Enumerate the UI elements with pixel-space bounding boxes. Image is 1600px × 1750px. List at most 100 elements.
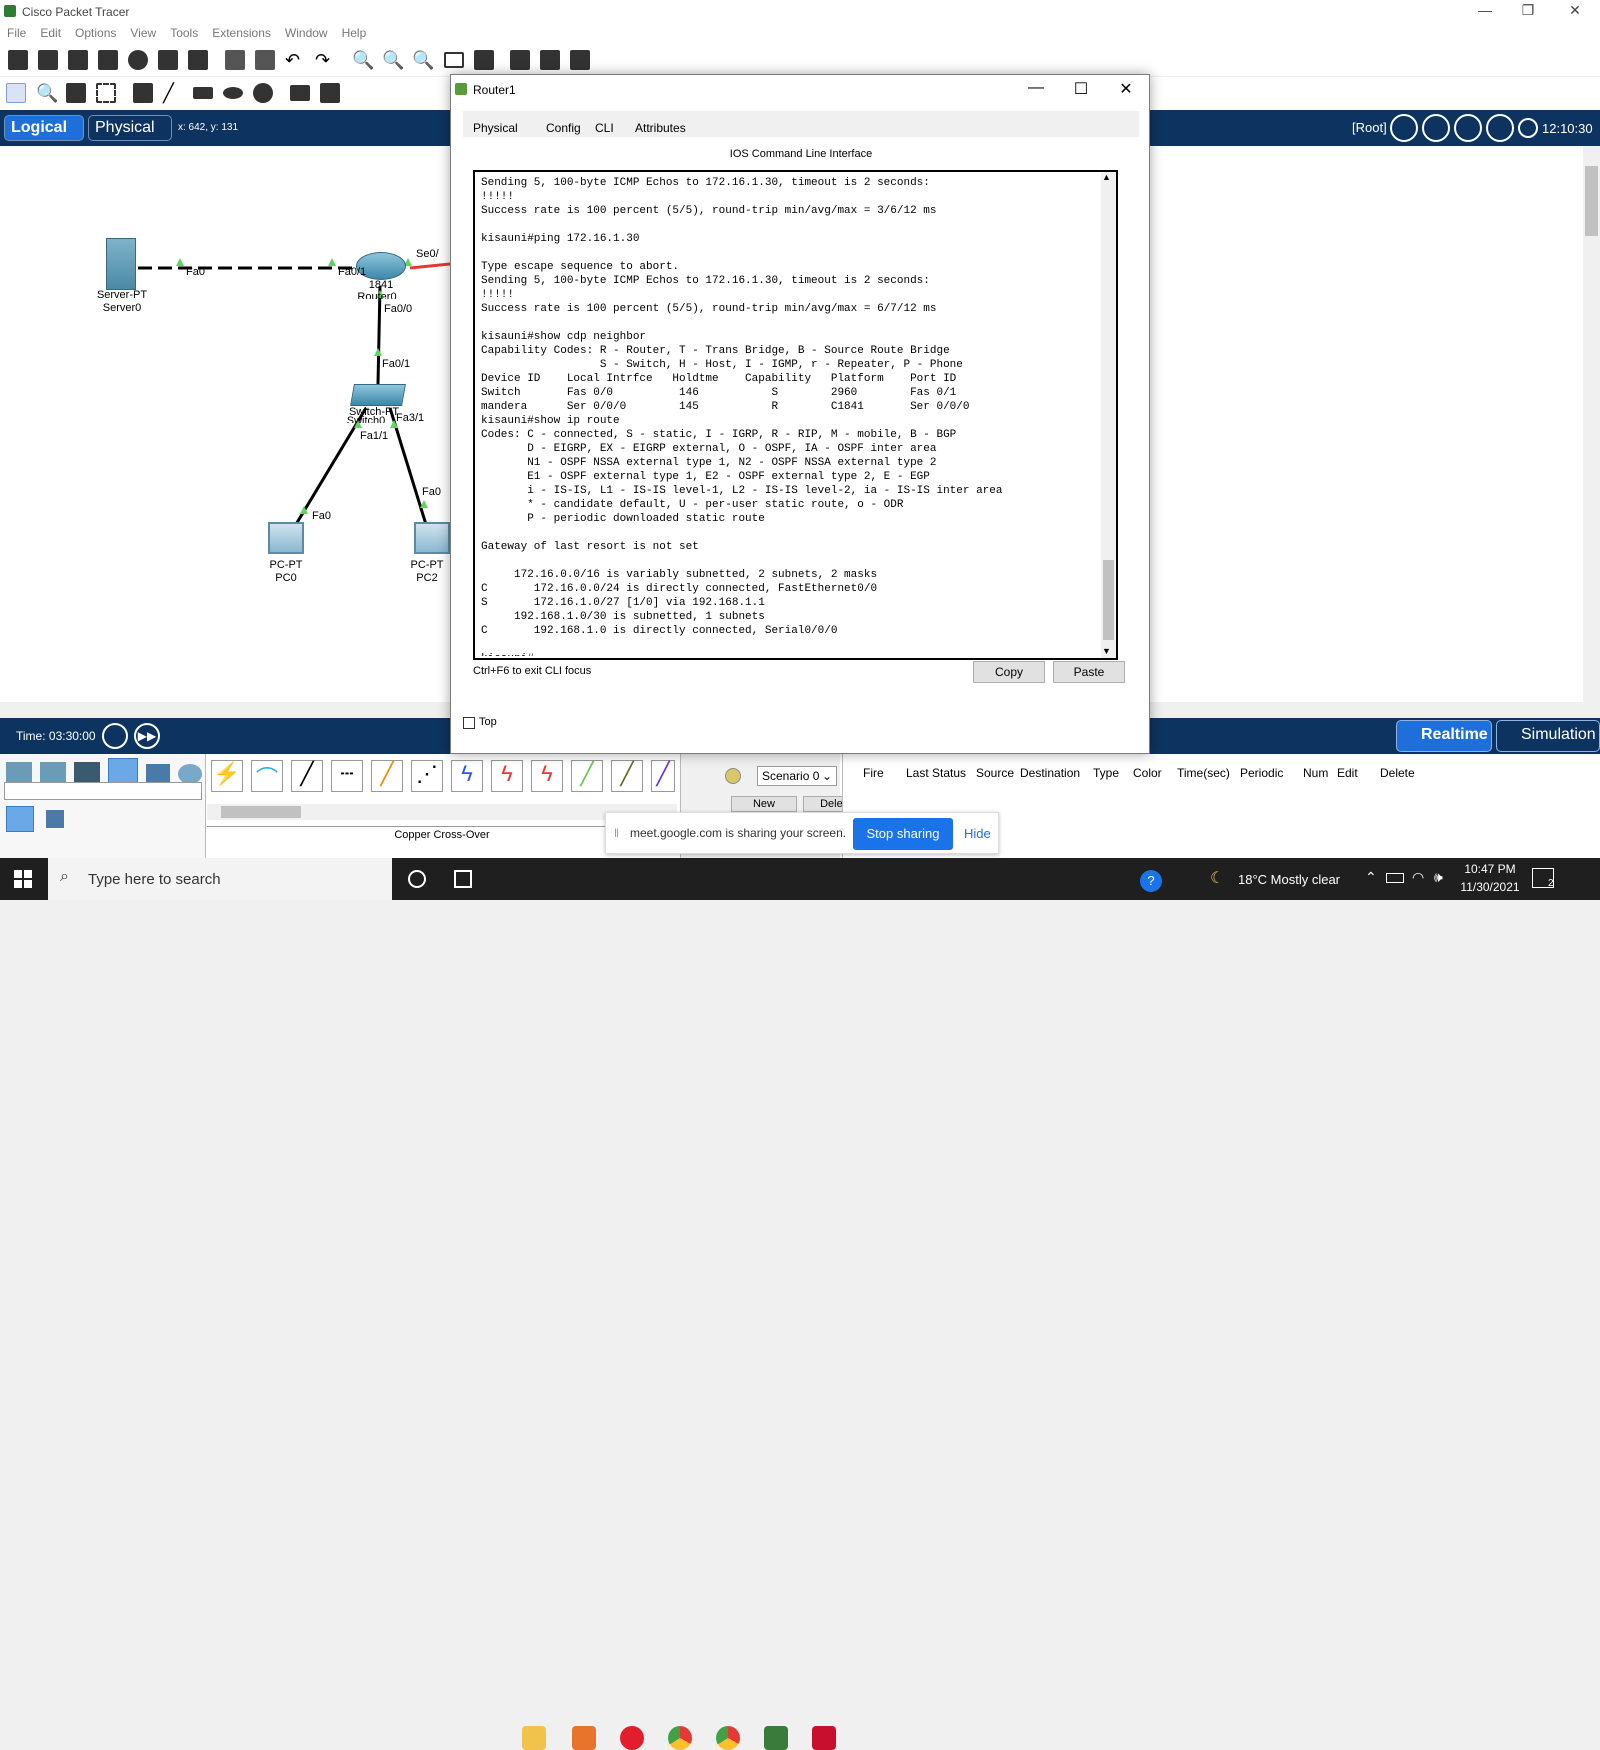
col-periodic[interactable]: Periodic — [1240, 766, 1283, 780]
network-devices-icon[interactable] — [6, 762, 32, 784]
line-icon[interactable]: ╱ — [163, 83, 183, 103]
windows-start-icon[interactable] — [14, 870, 32, 888]
cluster-icon[interactable] — [1422, 114, 1450, 142]
copy-icon[interactable] — [225, 50, 245, 70]
col-time[interactable]: Time(sec) — [1177, 766, 1230, 780]
tab-config[interactable]: Config — [546, 119, 581, 137]
menu-extensions[interactable]: Extensions — [205, 24, 278, 42]
serial-dte-cable-icon[interactable]: ϟ — [531, 760, 563, 792]
close-button[interactable]: ✕ — [1555, 2, 1595, 19]
delete-icon[interactable] — [66, 83, 86, 103]
dialog-minimize-button[interactable]: — — [1021, 79, 1051, 97]
weather-icon[interactable]: ☾ — [1210, 868, 1224, 888]
resize-icon[interactable] — [96, 83, 116, 103]
server-icon[interactable] — [106, 238, 136, 290]
rectangle-icon[interactable] — [193, 87, 213, 99]
tab-attributes[interactable]: Attributes — [635, 119, 686, 137]
realtime-mode-button[interactable]: Realtime — [1396, 720, 1492, 752]
help-tray-icon[interactable]: ? — [1140, 870, 1162, 892]
info-icon[interactable] — [128, 50, 148, 70]
opera-icon[interactable] — [620, 1726, 644, 1750]
misc-icon[interactable] — [146, 764, 170, 784]
simulation-mode-button[interactable]: Simulation — [1496, 720, 1600, 752]
print-icon[interactable] — [98, 50, 118, 70]
pc2-icon[interactable] — [414, 522, 450, 554]
save-icon[interactable] — [68, 50, 88, 70]
paste-button[interactable]: Paste — [1053, 661, 1125, 683]
task-view-icon[interactable] — [454, 870, 472, 888]
phone-cable-icon[interactable]: ⋰ — [411, 760, 443, 792]
zoom-in-icon[interactable]: 🔍 — [352, 50, 374, 70]
iot-cable-icon[interactable]: ╱ — [611, 760, 643, 792]
cortana-icon[interactable] — [408, 870, 426, 888]
custom-device-icon[interactable] — [474, 50, 494, 70]
col-delete[interactable]: Delete — [1380, 766, 1415, 780]
battery-icon[interactable] — [1386, 873, 1404, 883]
zoom-out-icon[interactable]: 🔍 — [412, 50, 434, 70]
move-object-icon[interactable] — [1454, 114, 1482, 142]
workspace-vscroll[interactable] — [1583, 146, 1600, 702]
components-icon[interactable] — [74, 762, 100, 784]
pc0-icon[interactable] — [268, 522, 304, 554]
tray-chevron-icon[interactable]: ⌃ — [1365, 869, 1377, 886]
scroll-down-icon[interactable]: ▼ — [1102, 646, 1111, 656]
packet-tracer-icon[interactable] — [764, 1726, 788, 1750]
chrome-icon[interactable] — [668, 1726, 692, 1750]
paste-icon[interactable] — [255, 50, 275, 70]
network-wizard-icon[interactable] — [158, 50, 178, 70]
taskbar-search-box[interactable]: ⌕ Type here to search — [48, 858, 392, 900]
col-color[interactable]: Color — [1133, 766, 1162, 780]
note-icon[interactable] — [133, 83, 153, 103]
usb-cable-icon[interactable]: ╱ — [651, 760, 675, 792]
info-icon[interactable] — [725, 768, 741, 784]
col-last-status[interactable]: Last Status — [906, 766, 966, 780]
ip-phone-icon[interactable] — [540, 50, 560, 70]
menu-file[interactable]: File — [0, 24, 33, 42]
coaxial-cable-icon[interactable]: ϟ — [451, 760, 483, 792]
background-image-icon[interactable] — [1486, 114, 1514, 142]
octal-cable-icon[interactable]: ╱ — [571, 760, 603, 792]
menu-edit[interactable]: Edit — [33, 24, 68, 42]
select-icon[interactable] — [6, 83, 26, 103]
copy-button[interactable]: Copy — [973, 661, 1045, 683]
viewport-icon[interactable] — [1518, 118, 1538, 138]
ellipse-icon[interactable] — [223, 87, 243, 99]
dialog-maximize-button[interactable]: ☐ — [1066, 79, 1096, 99]
drag-handle-icon[interactable]: ‖ — [614, 826, 619, 840]
grid-icon[interactable] — [46, 810, 64, 828]
stop-sharing-button[interactable]: Stop sharing — [853, 818, 953, 850]
cli-scrollbar[interactable]: ▲ ▼ — [1101, 172, 1116, 658]
chrome-profile-icon[interactable] — [716, 1726, 740, 1750]
cli-output[interactable]: Sending 5, 100-byte ICMP Echos to 172.16… — [481, 176, 1091, 656]
open-file-icon[interactable] — [38, 50, 58, 70]
hide-button[interactable]: Hide — [964, 826, 991, 841]
console-cable-icon[interactable]: ⌒ — [251, 760, 283, 792]
switch-icon[interactable] — [350, 384, 406, 406]
volume-icon[interactable]: 🕪 — [1434, 869, 1443, 886]
acrobat-icon[interactable] — [812, 1726, 836, 1750]
menu-window[interactable]: Window — [278, 24, 335, 42]
lightning-icon[interactable] — [6, 806, 34, 832]
cli-terminal[interactable]: Sending 5, 100-byte ICMP Echos to 172.16… — [473, 170, 1118, 660]
scroll-up-icon[interactable]: ▲ — [1102, 172, 1111, 182]
cross-over-cable-icon[interactable]: ┄ — [331, 760, 363, 792]
weather-text[interactable]: 18°C Mostly clear — [1238, 872, 1340, 887]
serial-dce-cable-icon[interactable]: ϟ — [491, 760, 523, 792]
list-icon[interactable] — [510, 50, 530, 70]
straight-through-cable-icon[interactable]: ╱ — [291, 760, 323, 792]
col-edit[interactable]: Edit — [1337, 766, 1358, 780]
undo-icon[interactable]: ↶ — [285, 50, 305, 70]
reset-time-icon[interactable] — [102, 723, 128, 749]
restore-button[interactable]: ❐ — [1508, 2, 1548, 19]
vscroll-thumb[interactable] — [1585, 166, 1598, 236]
fiber-cable-icon[interactable]: ╱ — [371, 760, 403, 792]
cli-scroll-thumb[interactable] — [1103, 560, 1114, 640]
zoom-reset-icon[interactable]: 🔍 — [382, 50, 404, 70]
wifi-icon[interactable]: ◠ — [1412, 869, 1424, 886]
clock-date[interactable]: 11/30/2021 — [1456, 880, 1524, 894]
multiuser-icon[interactable] — [178, 764, 202, 784]
top-checkbox[interactable] — [463, 717, 475, 729]
end-devices-icon[interactable] — [40, 762, 66, 784]
auto-cable-icon[interactable]: ⚡ — [211, 760, 243, 792]
simple-pdu-icon[interactable] — [290, 85, 310, 101]
